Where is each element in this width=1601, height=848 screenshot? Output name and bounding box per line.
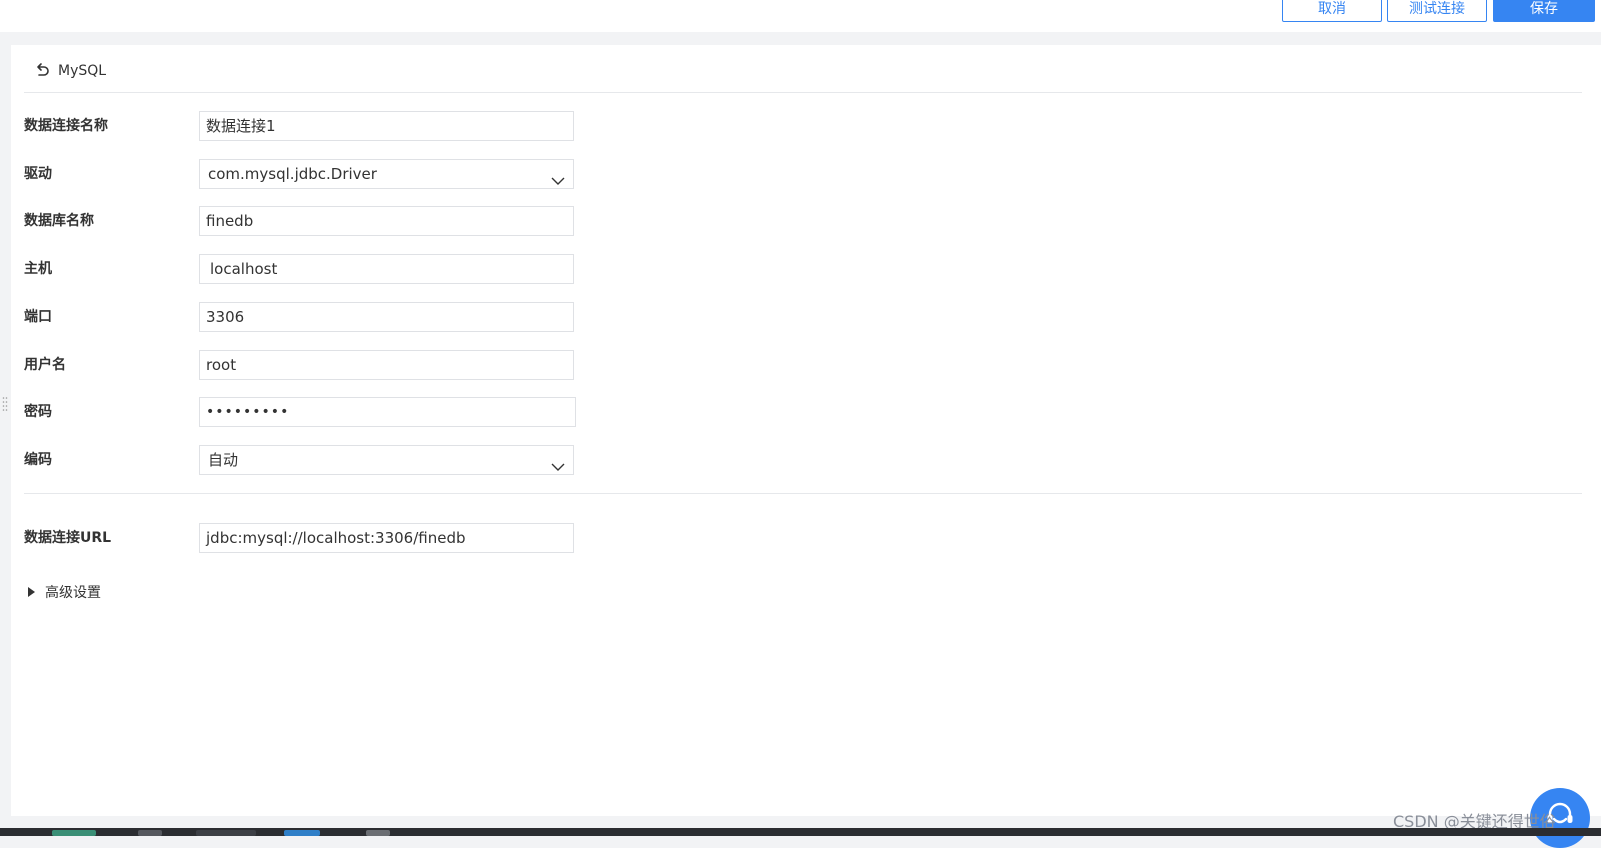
driver-select-value: com.mysql.jdbc.Driver [208,165,377,183]
driver-select[interactable]: com.mysql.jdbc.Driver [199,159,574,189]
database-name-input[interactable]: finedb [199,206,574,236]
back-link[interactable]: MySQL [32,61,106,81]
header-divider [24,92,1582,93]
connection-form-panel: MySQL 数据连接名称 数据连接1 驱动 com.mysql.jdbc.Dri… [11,45,1601,848]
top-toolbar: 取消 测试连接 保存 [0,0,1601,32]
host-input[interactable]: localhost [199,254,574,284]
host-label: 主机 [24,261,52,277]
caret-right-icon [28,587,35,597]
taskbar [0,828,1601,836]
chevron-down-icon [551,454,565,471]
undo-arrow-icon [32,61,52,81]
url-input[interactable]: jdbc:mysql://localhost:3306/finedb [199,523,574,553]
taskbar-item[interactable] [52,830,96,836]
database-name-label: 数据库名称 [24,213,94,229]
port-input[interactable]: 3306 [199,302,574,332]
test-connection-button[interactable]: 测试连接 [1387,0,1487,22]
drag-handle-icon[interactable] [2,396,8,412]
taskbar-item[interactable] [138,830,162,836]
taskbar-item[interactable] [284,830,320,836]
password-input[interactable]: ••••••••• [199,397,576,427]
back-link-label: MySQL [58,63,107,79]
connection-name-label: 数据连接名称 [24,118,108,134]
advanced-settings-toggle[interactable]: 高级设置 [28,582,101,602]
taskbar-item[interactable] [366,830,390,836]
encoding-label: 编码 [24,452,52,468]
save-button[interactable]: 保存 [1493,0,1595,22]
encoding-select[interactable]: 自动 [199,445,574,475]
url-label: 数据连接URL [24,530,112,546]
username-input[interactable]: root [199,350,574,380]
port-label: 端口 [24,309,52,325]
encoding-select-value: 自动 [208,451,239,469]
username-label: 用户名 [24,357,66,373]
advanced-settings-label: 高级设置 [45,585,101,601]
driver-label: 驱动 [24,166,52,182]
section-divider [24,493,1582,494]
password-label: 密码 [24,404,52,420]
connection-name-input[interactable]: 数据连接1 [199,111,574,141]
chevron-down-icon [551,168,565,185]
taskbar-item[interactable] [196,830,256,836]
cancel-button[interactable]: 取消 [1282,0,1382,22]
